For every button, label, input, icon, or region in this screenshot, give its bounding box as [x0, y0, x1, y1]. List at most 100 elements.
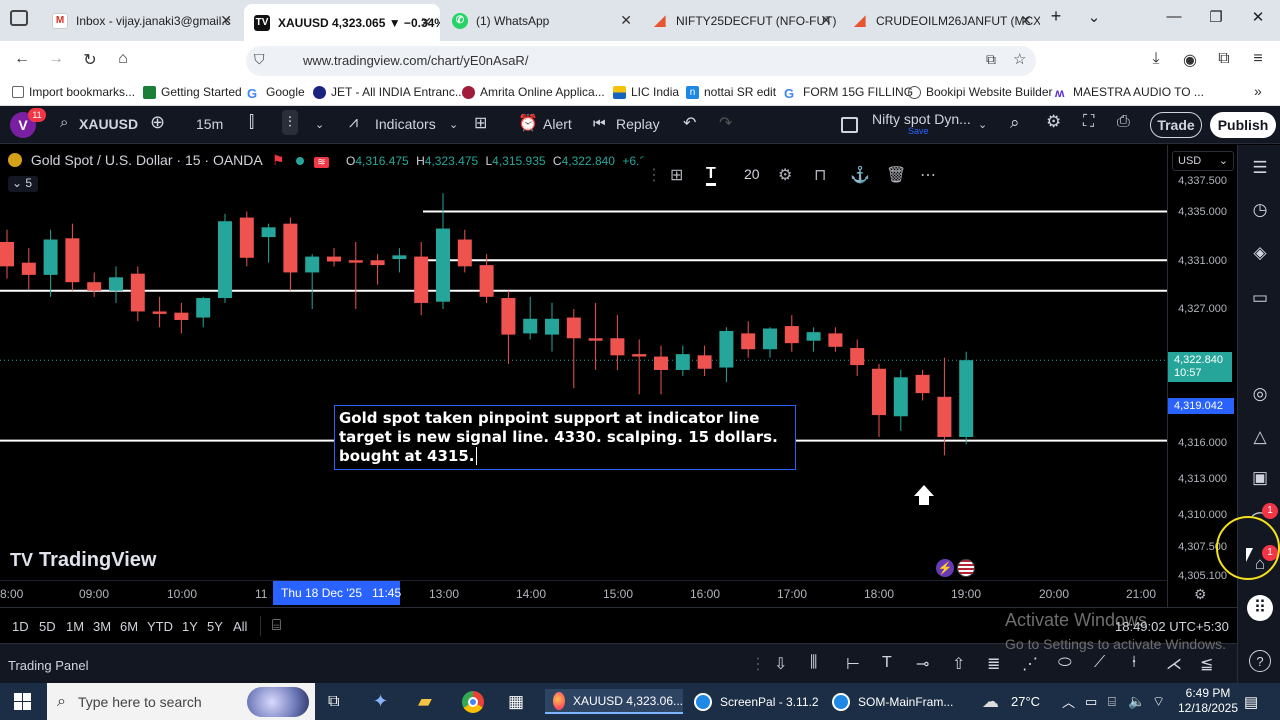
tray-chevron-up-icon[interactable]: ︿: [1062, 689, 1075, 714]
minimize-icon[interactable]: —: [1164, 8, 1184, 25]
data-window-icon[interactable]: ◈: [1249, 242, 1271, 264]
windows-start-icon[interactable]: [14, 693, 31, 710]
tab-tradingview[interactable]: TV XAUUSD 4,323.065 ▼ −0.34% ✕: [244, 4, 440, 41]
tab-actions-icon[interactable]: [10, 10, 28, 26]
help-icon[interactable]: ?: [1249, 650, 1271, 672]
chart-text-note[interactable]: Gold spot taken pinpoint support at indi…: [334, 405, 796, 470]
wifi-icon[interactable]: ⌔: [1152, 689, 1165, 714]
calendar-app-icon[interactable]: ▦: [508, 689, 524, 714]
time-scale[interactable]: 8:00 09:00 10:00 11 13:00 14:00 15:00 16…: [0, 580, 1167, 607]
menu-icon[interactable]: ≡: [1248, 50, 1268, 68]
delete-trash-icon[interactable]: 🗑: [886, 165, 906, 185]
brush-tool-icon[interactable]: ⟋: [1094, 654, 1105, 672]
url-field[interactable]: ⛉ www.tradingview.com/chart/yE0nAsaR/ ⧉ …: [246, 46, 1036, 76]
range-5d[interactable]: 5D: [39, 619, 56, 634]
bookmark-getting-started[interactable]: Getting Started: [143, 85, 242, 99]
chart-pane[interactable]: [0, 145, 1237, 607]
currency-selector[interactable]: USD ⌄: [1172, 151, 1234, 171]
weather-icon[interactable]: ☁: [982, 689, 999, 714]
chevron-down-icon[interactable]: ⌄: [315, 118, 324, 131]
alerts-clock-icon[interactable]: ◷: [1249, 199, 1271, 221]
app-install-icon[interactable]: ⧉: [986, 51, 996, 68]
layout-checkbox-icon[interactable]: [841, 117, 858, 133]
settings-icon[interactable]: ⚙: [778, 165, 792, 185]
bookmark-maestra[interactable]: ʍ MAESTRA AUDIO TO ...: [1055, 85, 1204, 100]
utc-clock[interactable]: 18:49:02 UTC+5:30: [1115, 619, 1229, 634]
downloads-icon[interactable]: ⤓: [1146, 50, 1166, 68]
anchor-icon[interactable]: ⚓: [850, 165, 870, 185]
quick-search-icon[interactable]: ⌕: [1010, 113, 1020, 133]
settings-gear-icon[interactable]: ⚙: [1046, 112, 1061, 132]
close-icon[interactable]: ✕: [1020, 12, 1032, 29]
extensions-icon[interactable]: ⧉: [1214, 50, 1234, 68]
trading-panel-tab[interactable]: Trading Panel: [8, 658, 88, 673]
indicators-icon[interactable]: ⩘: [349, 114, 358, 132]
bookmark-google[interactable]: G Google: [247, 85, 305, 101]
chats-icon[interactable]: ▭: [1249, 287, 1271, 309]
compare-add-icon[interactable]: ⊕: [150, 112, 165, 133]
range-1y[interactable]: 1Y: [182, 619, 198, 634]
task-view-icon[interactable]: ⧉: [328, 689, 339, 714]
trade-button[interactable]: Trade: [1150, 112, 1202, 138]
bookmark-import[interactable]: Import bookmarks...: [12, 85, 135, 99]
candlestick-chart[interactable]: [0, 145, 1167, 580]
meet-now-icon[interactable]: ▭: [1085, 689, 1097, 714]
redo-icon[interactable]: ↷: [719, 113, 732, 133]
earnings-event-icon[interactable]: ⚡: [936, 559, 954, 577]
action-center-icon[interactable]: ▤: [1244, 689, 1258, 714]
file-explorer-icon[interactable]: ▰: [418, 689, 432, 714]
alert-icon[interactable]: ⏰: [518, 113, 538, 133]
ideas-icon[interactable]: △: [1249, 426, 1271, 448]
search-icon[interactable]: ⌕: [60, 114, 68, 131]
chrome-icon[interactable]: [462, 689, 484, 714]
pitchfork-tool-icon[interactable]: ⋰: [1022, 654, 1038, 674]
close-window-icon[interactable]: ✕: [1248, 8, 1268, 26]
tab-whatsapp[interactable]: ✆ (1) WhatsApp ✕: [444, 6, 640, 35]
economic-event-flag-icon[interactable]: [957, 559, 975, 577]
volume-icon[interactable]: 🔈: [1128, 689, 1145, 714]
arrow-up-marker-icon[interactable]: [914, 485, 934, 496]
goto-date-calendar-icon[interactable]: ⌸: [272, 617, 281, 634]
tab-crudeoil[interactable]: ◢ CRUDEOILM26JANFUT (MCX ✕: [844, 6, 1040, 35]
favorite-star-icon[interactable]: ☆: [1013, 50, 1026, 68]
more-icon[interactable]: ⋯: [920, 165, 936, 185]
close-icon[interactable]: ✕: [620, 12, 632, 29]
replay-icon[interactable]: ⏮: [593, 115, 606, 132]
publish-button[interactable]: Publish: [1210, 112, 1276, 138]
trend-channel-tool-icon[interactable]: ≦: [1200, 654, 1213, 674]
taskbar-app-firefox[interactable]: XAUUSD 4,323.06...: [545, 689, 683, 714]
template-icon[interactable]: ⊞: [670, 165, 683, 185]
bookmark-amrita[interactable]: Amrita Online Applica...: [462, 85, 605, 99]
shape-tool-icon[interactable]: ⬭: [1058, 654, 1072, 672]
hotlists-icon[interactable]: ◎: [1249, 383, 1271, 405]
restore-icon[interactable]: ❐: [1206, 8, 1226, 26]
close-icon[interactable]: ✕: [420, 14, 432, 31]
candles-icon[interactable]: ⫶: [282, 110, 298, 135]
forward-icon[interactable]: →: [46, 50, 66, 68]
watchlist-icon[interactable]: ☰: [1249, 157, 1271, 179]
fullscreen-icon[interactable]: ⛶: [1083, 113, 1094, 131]
horizontal-line-tool-icon[interactable]: ⊸: [916, 654, 929, 674]
back-icon[interactable]: ←: [12, 50, 32, 68]
weather-temperature[interactable]: 27°C: [1011, 689, 1040, 714]
bookmark-nottai[interactable]: n nottai SR edit: [686, 85, 776, 99]
products-grid-icon[interactable]: ⠿: [1247, 595, 1273, 621]
lock-icon[interactable]: ⊓: [814, 165, 826, 185]
tab-gmail[interactable]: M Inbox - vijay.janaki3@gmail.c ✕: [44, 6, 240, 35]
profile-icon[interactable]: ◉: [1180, 50, 1200, 70]
taskbar-app-som[interactable]: SOM-MainFram...: [828, 689, 953, 714]
more-bookmarks-icon[interactable]: »: [1254, 83, 1262, 99]
legend-title[interactable]: Gold Spot / U.S. Dollar · 15 · OANDA: [31, 152, 262, 168]
taskbar-search-box[interactable]: ⌕ Type here to search: [47, 683, 315, 720]
undo-icon[interactable]: ↶: [683, 113, 696, 133]
bookmark-lic[interactable]: LIC India: [613, 85, 679, 99]
vertical-line-tool-icon[interactable]: ⍿: [1132, 654, 1136, 672]
tab-list-icon[interactable]: ⌄: [1084, 8, 1104, 26]
bookmark-form15g[interactable]: G FORM 15G FILLING: [784, 85, 913, 101]
symbol-search[interactable]: XAUUSD: [79, 116, 138, 132]
range-5y[interactable]: 5Y: [207, 619, 223, 634]
close-icon[interactable]: ✕: [820, 12, 832, 29]
close-icon[interactable]: ✕: [220, 12, 232, 29]
range-3m[interactable]: 3M: [93, 619, 111, 634]
font-size-value[interactable]: 20: [744, 166, 760, 182]
